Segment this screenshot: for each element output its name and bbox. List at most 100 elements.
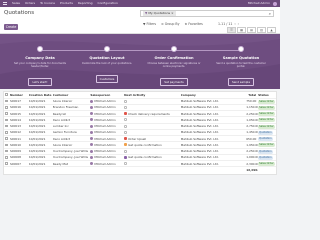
cell-company: Mahbub Software Pvt. Ltd.	[180, 136, 219, 141]
salesperson-name: Mitchell Admin	[94, 161, 116, 166]
step-button[interactable]: Customize	[95, 75, 119, 84]
user-avatar[interactable]	[273, 1, 277, 6]
favorites-button[interactable]: ★ Favorites	[184, 22, 202, 26]
activity-clock-icon[interactable]	[124, 155, 128, 159]
group-by-button[interactable]: ≡ Group By	[161, 22, 179, 26]
cell-next-activity[interactable]: Check delivery requirements	[124, 112, 181, 116]
menu-products[interactable]: Products	[60, 0, 73, 7]
col-total[interactable]: Total	[246, 93, 258, 97]
cell-salesperson: Mitchell Admin	[90, 99, 124, 103]
step-description: Send a quotation to test the customer po…	[216, 62, 266, 69]
cell-next-activity[interactable]: Get quote confirmation	[124, 143, 181, 147]
menu-configuration[interactable]: Configuration	[98, 0, 118, 7]
pager-next-icon[interactable]: ›	[238, 22, 239, 26]
cell-salesperson: Mitchell Admin	[90, 112, 124, 116]
cell-date: 10/01/2021	[28, 142, 46, 147]
group-by-label: Group By	[164, 22, 180, 26]
cell-date: 10/01/2021	[28, 99, 46, 104]
cell-date: 10/01/2021	[28, 155, 46, 160]
cell-number: S00008	[9, 155, 21, 160]
activity-clock-icon[interactable]	[124, 124, 128, 128]
step-button[interactable]: Set payments	[160, 78, 188, 87]
step-title: Quotation Layout	[89, 56, 125, 60]
status-badge: Sales Order	[258, 124, 275, 129]
col-salesperson[interactable]: Salesperson	[90, 93, 124, 97]
step-company-data: Company Data Set your company's data for…	[5, 46, 75, 87]
cell-company: Mahbub Software Pvt. Ltd.	[180, 105, 219, 110]
pager-prev-icon[interactable]: ‹	[234, 22, 235, 26]
list-view-icon[interactable]: ☰	[227, 27, 236, 33]
activity-clock-icon[interactable]	[124, 99, 128, 103]
app-name[interactable]: Sales	[12, 0, 20, 7]
cell-next-activity[interactable]	[124, 162, 181, 166]
col-customer[interactable]: Customer	[53, 93, 91, 97]
col-status[interactable]: Status	[258, 93, 276, 97]
cell-total: 1,150.00	[246, 105, 259, 110]
cell-total: 1,050.00	[246, 117, 259, 122]
pager-value[interactable]: 1-11 / 11	[218, 22, 232, 26]
cell-status: Sales Order	[258, 142, 276, 148]
step-dot	[104, 46, 110, 52]
apps-menu-icon[interactable]	[3, 1, 7, 6]
cell-salesperson: Mitchell Admin	[90, 118, 124, 122]
search-icon[interactable]: ⌕	[269, 11, 271, 16]
activity-clock-icon[interactable]	[124, 112, 128, 116]
activity-clock-icon[interactable]	[124, 143, 128, 147]
col-creation-date[interactable]: Creation Date	[29, 93, 53, 97]
cell-status: Sales Order	[258, 161, 276, 167]
cell-next-activity[interactable]: Get quote confirmation	[124, 155, 181, 159]
search-bar[interactable]: ▼ My Quotations × ⌕	[140, 10, 274, 17]
cell-salesperson: Mitchell Admin	[90, 162, 124, 166]
salesperson-avatar	[90, 130, 94, 134]
company-name[interactable]: Mitchell Admin	[248, 0, 270, 7]
step-button[interactable]: Send sample	[227, 78, 255, 87]
view-switcher: ☰ ▦ ▤ ▥ ▲	[227, 27, 276, 33]
cell-next-activity[interactable]	[124, 105, 181, 109]
menu-reporting[interactable]: Reporting	[78, 0, 93, 7]
salesperson-name: Mitchell Admin	[94, 111, 116, 116]
pager: 1-11 / 11 ‹ ›	[218, 22, 239, 26]
graph-view-icon[interactable]: ▲	[267, 27, 276, 33]
menu-orders[interactable]: Orders	[25, 0, 35, 7]
activity-clock-icon[interactable]	[124, 137, 128, 141]
salesperson-name: Mitchell Admin	[94, 142, 116, 147]
step-dot	[37, 46, 43, 52]
cell-company: Mahbub Software Pvt. Ltd.	[180, 124, 219, 129]
cell-next-activity[interactable]	[124, 99, 181, 103]
group-by-icon: ≡	[161, 22, 164, 26]
activity-clock-icon[interactable]	[124, 118, 128, 122]
cell-next-activity[interactable]	[124, 130, 181, 134]
cell-next-activity[interactable]	[124, 124, 181, 128]
calendar-view-icon[interactable]: ▤	[247, 27, 256, 33]
col-number[interactable]: Number	[10, 93, 29, 97]
kanban-view-icon[interactable]: ▦	[237, 27, 246, 33]
cell-next-activity[interactable]	[124, 118, 181, 122]
status-badge: Sales Order	[258, 112, 275, 117]
step-description: Customize the look of your quotations.	[81, 62, 133, 65]
salesperson-name: Mitchell Admin	[94, 117, 116, 122]
cell-total: 1,000.00	[246, 155, 259, 160]
step-dot	[238, 46, 244, 52]
create-button[interactable]: Create	[4, 24, 18, 30]
activity-clock-icon[interactable]	[124, 130, 128, 134]
activity-clock-icon[interactable]	[124, 149, 128, 153]
cell-customer: Gemini Furniture	[52, 130, 77, 135]
search-facet[interactable]: ▼ My Quotations ×	[143, 11, 176, 16]
cell-next-activity[interactable]: Order Upsell	[124, 137, 181, 141]
cell-next-activity[interactable]	[124, 149, 181, 153]
facet-remove-icon[interactable]: ×	[171, 11, 174, 16]
pivot-view-icon[interactable]: ▥	[257, 27, 266, 33]
cell-date: 10/01/2021	[28, 124, 46, 129]
col-next-activity[interactable]: Next Activity	[124, 93, 181, 97]
cell-number: S00014	[9, 117, 21, 122]
status-badge: Quotation	[258, 155, 273, 160]
cell-salesperson: Mitchell Admin	[90, 124, 124, 128]
activity-clock-icon[interactable]	[124, 162, 128, 166]
cell-total: 2,250.00	[246, 111, 259, 116]
col-company[interactable]: Company	[181, 93, 247, 97]
step-button[interactable]: Let's start!	[28, 78, 52, 87]
menu-to-invoice[interactable]: To Invoice	[40, 0, 55, 7]
activity-clock-icon[interactable]	[124, 105, 128, 109]
filters-button[interactable]: ▼ Filters	[143, 22, 156, 26]
cell-number: S00007	[9, 161, 21, 166]
